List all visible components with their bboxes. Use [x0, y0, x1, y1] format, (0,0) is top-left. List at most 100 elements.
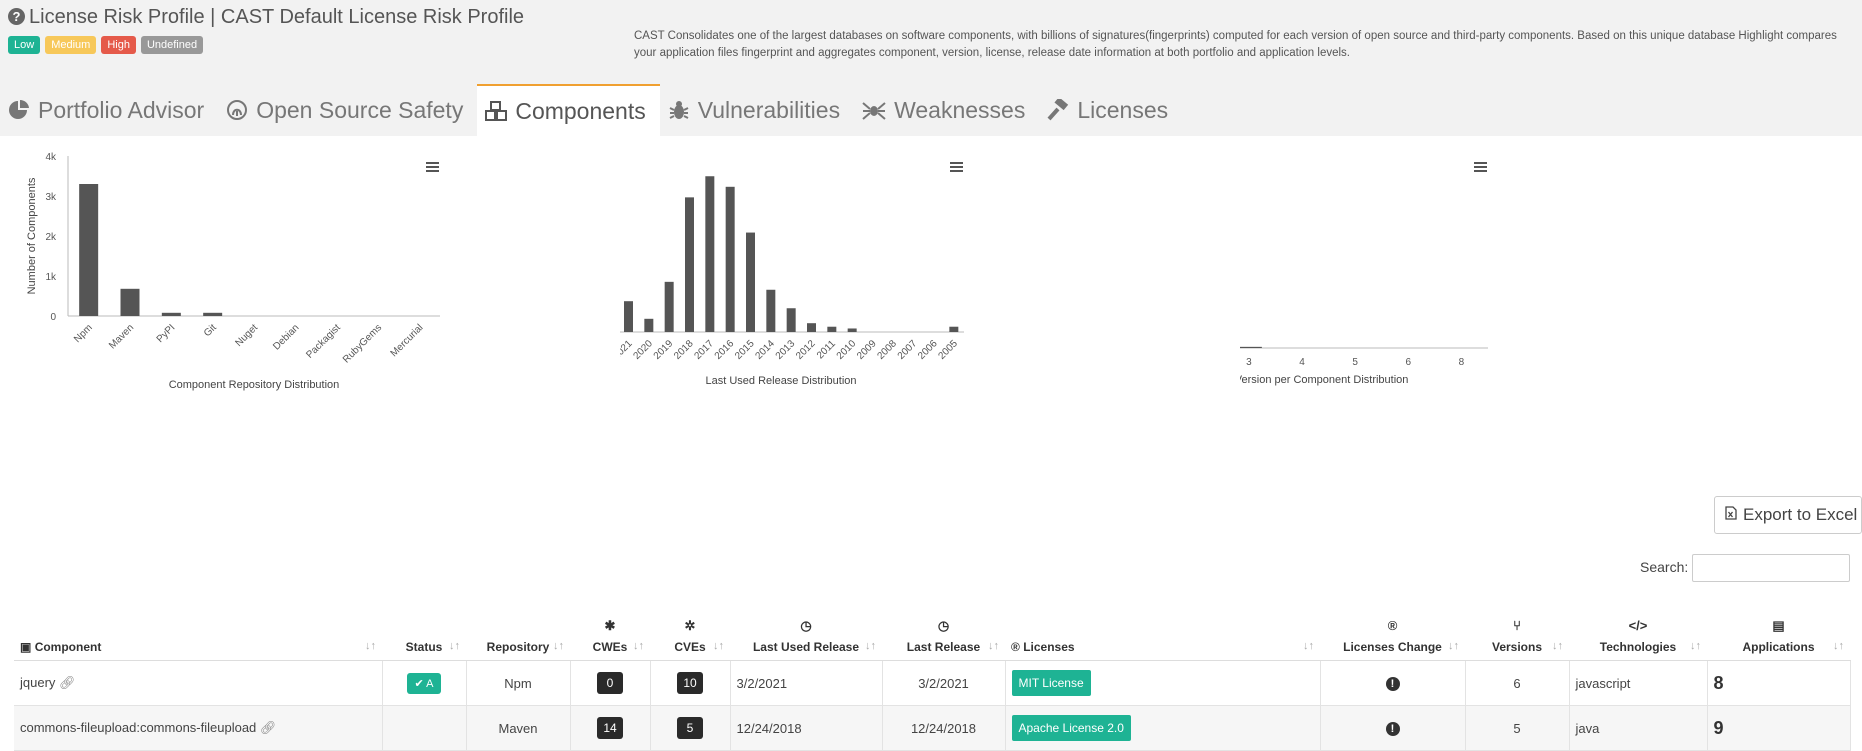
tab-label: Open Source Safety	[256, 96, 464, 123]
bar[interactable]	[685, 197, 694, 332]
col-label: Status	[405, 640, 443, 654]
cell-component[interactable]: commons-fileupload:commons-fileupload 🔗︎	[14, 705, 383, 751]
cell-cwes: 0	[570, 660, 651, 706]
col-last-used-release[interactable]: ◷ Last Used Release ↓↑	[730, 604, 882, 661]
col-last-release[interactable]: ◷ Last Release ↓↑	[882, 604, 1005, 661]
component-link[interactable]: commons-fileupload:commons-fileupload	[20, 720, 256, 735]
x-tick-label: 2005	[936, 338, 960, 362]
bar[interactable]	[120, 288, 140, 316]
x-axis-label: Distinct Version per Component Distribut…	[1240, 374, 1408, 386]
bar[interactable]	[847, 328, 857, 332]
sort-icon: ↓↑	[1552, 640, 1563, 652]
cell-technologies: java	[1569, 705, 1708, 751]
col-repository[interactable]: Repository ↓↑	[466, 604, 570, 661]
bar[interactable]	[644, 318, 654, 332]
y-axis-label: Number of Components	[26, 177, 38, 294]
bar[interactable]	[949, 326, 959, 332]
menu-line	[1474, 170, 1487, 172]
badge-high: High	[101, 36, 136, 54]
sort-icon: ↓↑	[865, 640, 876, 652]
bar[interactable]	[203, 312, 223, 316]
col-cwes[interactable]: ✱ CWEs ↓↑	[570, 604, 650, 661]
page-title: ? License Risk Profile | CAST Default Lic…	[8, 6, 524, 29]
col-versions[interactable]: ⑂ Versions ↓↑	[1465, 604, 1569, 661]
x-tick-label: 2009	[855, 338, 879, 362]
x-tick-label: 2016	[713, 338, 737, 362]
col-licenses[interactable]: ® Licenses ↓↑	[1005, 604, 1320, 661]
x-tick-label: Debian	[271, 322, 301, 352]
cves-count[interactable]: 5	[677, 717, 703, 739]
col-component[interactable]: ▣ Component ↓↑	[14, 604, 382, 661]
cves-count[interactable]: 10	[677, 672, 703, 694]
bar[interactable]	[705, 176, 715, 332]
license-badge[interactable]: Apache License 2.0	[1011, 715, 1131, 741]
bar[interactable]	[664, 281, 674, 332]
sort-icon: ↓↑	[633, 640, 644, 652]
hamburger-menu-icon[interactable]	[426, 162, 439, 172]
bar[interactable]	[725, 186, 735, 332]
search-input[interactable]	[1692, 554, 1850, 582]
exclamation-circle-icon[interactable]: !	[1385, 677, 1400, 691]
description-text: CAST Consolidates one of the largest dat…	[634, 30, 1837, 59]
badge-undefined: Undefined	[140, 36, 204, 54]
cell-component[interactable]: jquery 🔗︎	[14, 660, 383, 706]
col-applications[interactable]: ▤ Applications ↓↑	[1707, 604, 1850, 661]
exclamation-circle-icon[interactable]: !	[1385, 722, 1400, 736]
x-tick-label: 2013	[774, 338, 798, 362]
bar[interactable]	[79, 184, 99, 316]
bar[interactable]	[827, 326, 837, 332]
link-icon[interactable]: 🔗︎	[260, 720, 277, 735]
component-link[interactable]: jquery	[20, 675, 55, 690]
export-label: Export to Excel	[1743, 505, 1858, 524]
x-tick-label: 8	[1459, 357, 1465, 368]
col-technologies[interactable]: </> Technologies ↓↑	[1569, 604, 1707, 661]
export-to-excel-button[interactable]: Export to Excel	[1714, 496, 1862, 534]
col-status[interactable]: Status ↓↑	[382, 604, 466, 661]
status-text: A	[426, 677, 434, 690]
license-badge[interactable]: MIT License	[1011, 670, 1091, 696]
spider-icon: ✱	[604, 618, 616, 633]
cell-licenses: Apache License 2.0	[1005, 705, 1321, 751]
x-tick-label: 2018	[672, 338, 696, 362]
file-excel-icon	[1725, 505, 1737, 525]
bar[interactable]	[624, 301, 633, 332]
cell-repository: Maven	[466, 705, 571, 751]
bar[interactable]	[161, 312, 181, 316]
col-cves[interactable]: ✲ CVEs ↓↑	[650, 604, 730, 661]
tab-open-source-safety[interactable]: Open Source Safety	[218, 84, 477, 136]
cwes-count[interactable]: 14	[597, 717, 623, 739]
col-licenses-change[interactable]: ® Licenses Change ↓↑	[1320, 604, 1465, 661]
tab-components[interactable]: Components	[477, 84, 660, 136]
tab-portfolio-advisor[interactable]: Portfolio Advisor	[0, 84, 218, 136]
tab-label: Components	[515, 97, 646, 124]
help-icon[interactable]: ?	[8, 8, 25, 25]
bar[interactable]	[807, 323, 816, 332]
tab-label: Licenses	[1077, 96, 1169, 123]
menu-line	[1474, 162, 1487, 164]
hamburger-menu-icon[interactable]	[950, 162, 963, 172]
archive-icon: ▤	[1772, 618, 1785, 633]
hamburger-menu-icon[interactable]	[1474, 162, 1487, 172]
applications-count[interactable]: 9	[1714, 718, 1724, 738]
registered-icon: ®	[1387, 618, 1398, 633]
bar[interactable]	[766, 289, 776, 332]
gavel-icon	[1047, 99, 1069, 121]
table-row[interactable]: commons-fileupload:commons-fileupload 🔗︎…	[14, 705, 1851, 751]
x-tick-label: Mercurial	[389, 322, 426, 359]
tab-label: Portfolio Advisor	[38, 96, 205, 123]
x-tick-label: 3	[1246, 357, 1252, 368]
bar[interactable]	[1240, 346, 1262, 348]
tab-vulnerabilities[interactable]: Vulnerabilities	[660, 84, 854, 136]
cell-cwes: 14	[570, 705, 651, 751]
bar[interactable]	[786, 308, 796, 332]
tab-licenses[interactable]: Licenses	[1039, 84, 1182, 136]
col-label: Component	[34, 640, 102, 654]
link-icon[interactable]: 🔗︎	[59, 675, 76, 690]
bar[interactable]	[746, 232, 755, 332]
cell-last-used-release: 12/24/2018	[730, 705, 883, 751]
cwes-count[interactable]: 0	[597, 672, 623, 694]
cell-licenses-change: !	[1320, 705, 1466, 751]
applications-count[interactable]: 8	[1714, 673, 1724, 693]
tab-weaknesses[interactable]: Weaknesses	[854, 84, 1039, 136]
table-row[interactable]: jquery 🔗︎ ✔ A Npm 0 10 3/2/2021 3/2/2021…	[14, 660, 1851, 706]
